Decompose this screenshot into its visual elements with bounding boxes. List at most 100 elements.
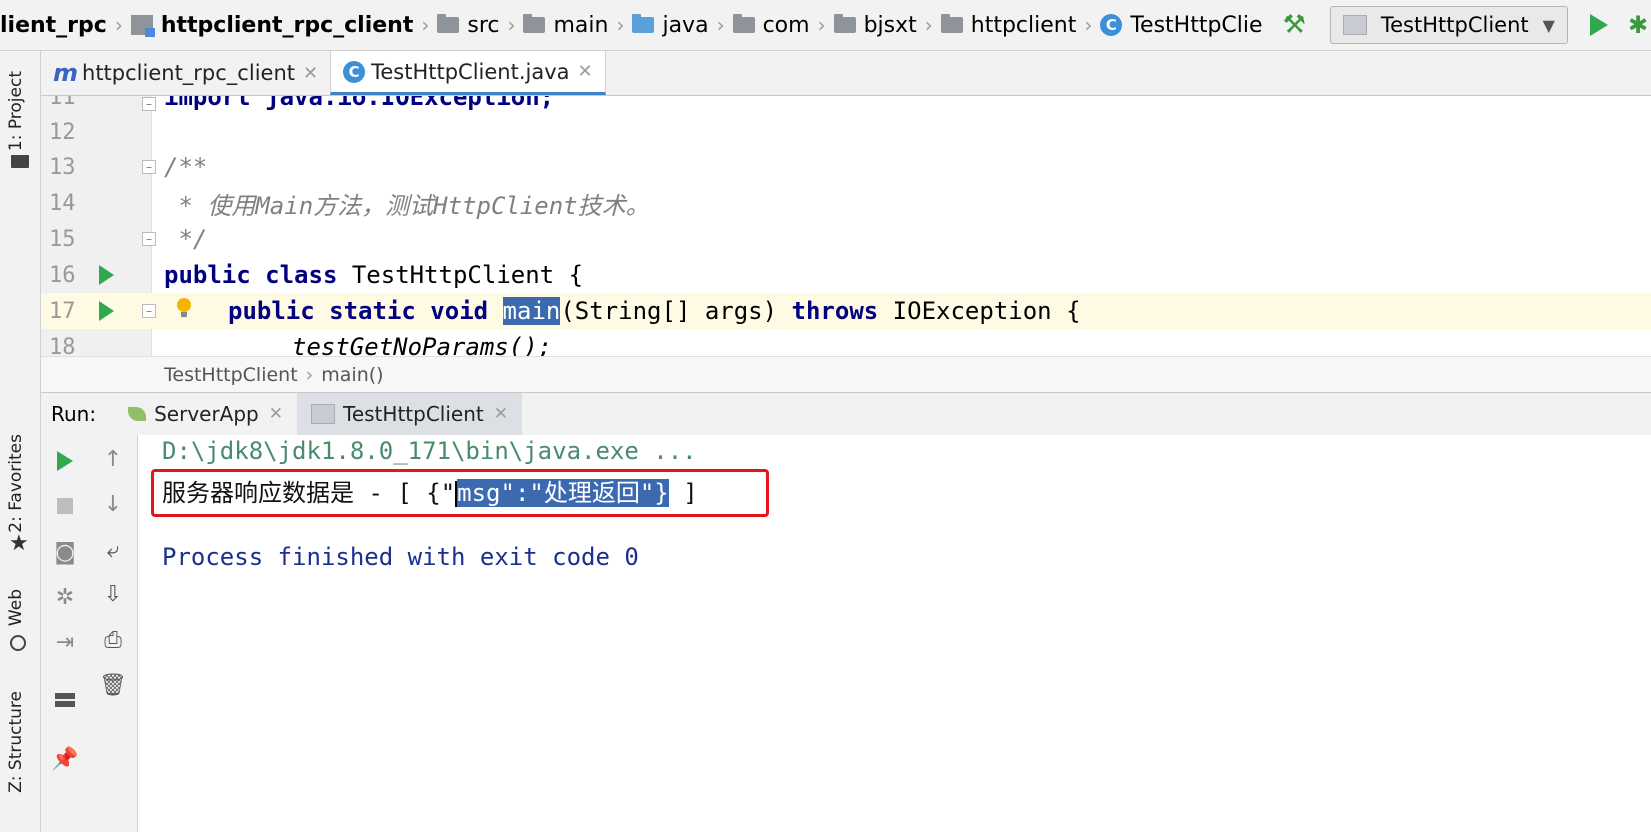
project-tool-tab[interactable]: 1: Project: [6, 71, 26, 151]
trash-icon[interactable]: 🗑: [99, 673, 127, 698]
code-line-current: 17 – public static void main(String[] ar…: [41, 293, 1651, 329]
crumb-main-label: main: [553, 12, 609, 38]
layout-icon[interactable]: [53, 688, 77, 712]
package-icon: [732, 14, 755, 33]
tab-pom-label: httpclient_rpc_client: [82, 61, 295, 85]
rerun-icon[interactable]: [53, 449, 77, 473]
left-tool-strip: 1: Project 2: Favorites ★ Web Z: Structu…: [0, 51, 41, 832]
crumb-httpclient[interactable]: httpclient: [935, 0, 1083, 50]
crumb-module[interactable]: httpclient_rpc_client: [125, 0, 420, 50]
code-comment: * 使用Main方法，测试HttpClient技术。: [164, 191, 650, 220]
chevron-right-icon: ›: [924, 13, 933, 37]
close-icon[interactable]: ✕: [269, 404, 283, 424]
editor-breadcrumb: TestHttpClient › main(): [41, 356, 1651, 393]
crumb-class[interactable]: C TestHttpClie: [1094, 0, 1268, 50]
fold-icon[interactable]: –: [142, 304, 156, 318]
close-icon[interactable]: ✕: [578, 61, 593, 82]
keyword: throws: [791, 297, 879, 325]
crumb-main[interactable]: main: [517, 0, 614, 50]
line-number: 15: [49, 226, 76, 252]
breadcrumb-method[interactable]: main(): [321, 364, 383, 386]
crumb-project[interactable]: lient_rpc: [0, 0, 113, 50]
run-tool-header: Run: ServerApp ✕ TestHttpClient ✕: [41, 392, 1651, 436]
keyword: public class: [164, 261, 338, 289]
debug-settings-icon[interactable]: ✲: [53, 585, 77, 610]
console-exit-line: Process finished with exit code 0: [162, 543, 639, 571]
chevron-right-icon: ›: [1084, 13, 1093, 37]
structure-tool-label: Z: Structure: [6, 691, 26, 793]
run-gutter-icon[interactable]: [99, 265, 114, 285]
tab-pom[interactable]: m httpclient_rpc_client ✕: [41, 51, 330, 95]
code-line: 15 – */: [41, 221, 1651, 257]
run-tab-testhttpclient[interactable]: TestHttpClient ✕: [297, 393, 522, 435]
crumb-module-label: httpclient_rpc_client: [160, 12, 414, 38]
scroll-to-end-icon[interactable]: ⇩: [101, 582, 125, 607]
stop-icon[interactable]: [53, 494, 77, 518]
soft-wrap-icon[interactable]: ⤶: [101, 538, 125, 563]
fold-icon[interactable]: –: [142, 160, 156, 174]
camera-icon[interactable]: ◙: [53, 540, 77, 565]
breadcrumb-class[interactable]: TestHttpClient: [164, 364, 298, 386]
web-tool-tab[interactable]: Web: [6, 589, 26, 626]
application-config-icon: [1342, 15, 1367, 35]
code-line: 11 – import java.io.IOException;: [41, 96, 1651, 115]
code-rest: IOException {: [878, 297, 1081, 325]
tab-testhttpclient[interactable]: C TestHttpClient.java ✕: [330, 51, 606, 95]
pin-icon[interactable]: 📌: [51, 747, 78, 772]
package-icon: [833, 14, 856, 33]
line-number: 12: [49, 119, 76, 145]
down-arrow-icon[interactable]: ↓: [101, 492, 125, 517]
crumb-java[interactable]: java: [626, 0, 714, 50]
crumb-com-label: com: [762, 12, 810, 38]
crumb-bjsxt-label: bjsxt: [863, 12, 917, 38]
fold-icon[interactable]: –: [142, 97, 156, 111]
run-icon[interactable]: [1589, 14, 1608, 36]
highlight-annotation-box: [151, 469, 769, 517]
code-text: import java.io.IOException;: [164, 96, 555, 111]
crumb-bjsxt[interactable]: bjsxt: [828, 0, 923, 50]
build-hammer-icon[interactable]: ⚒: [1283, 10, 1306, 40]
structure-tool-tab[interactable]: Z: Structure: [6, 691, 26, 793]
close-icon[interactable]: ✕: [303, 63, 318, 84]
code-text: testGetNoParams();: [292, 333, 553, 356]
close-icon[interactable]: ✕: [494, 404, 508, 424]
code-comment: /**: [164, 153, 208, 181]
project-tool-label: 1: Project: [6, 71, 26, 152]
crumb-com[interactable]: com: [727, 0, 816, 50]
chevron-right-icon: ›: [716, 13, 725, 37]
favorites-tool-label: 2: Favorites: [6, 434, 26, 533]
debug-bug-icon[interactable]: ✱: [1628, 11, 1648, 39]
run-configuration-select[interactable]: TestHttpClient ▼: [1329, 6, 1568, 44]
code-editor[interactable]: 11 – import java.io.IOException; 12 13 –…: [41, 96, 1651, 356]
code-params: (String[] args): [560, 297, 792, 325]
favorites-tool-tab[interactable]: 2: Favorites: [6, 434, 26, 533]
chevron-right-icon: ›: [114, 13, 123, 37]
crumb-src-label: src: [467, 12, 500, 38]
console-output[interactable]: D:\jdk8\jdk1.8.0_171\bin\java.exe ... 服务…: [138, 435, 1651, 832]
run-configuration-label: TestHttpClient: [1380, 13, 1529, 37]
web-tool-label: Web: [6, 589, 26, 627]
fold-icon[interactable]: –: [142, 232, 156, 246]
run-toolbar-primary: ◙ ✲ ⇥ 📌: [41, 435, 90, 832]
keyword: public static void: [228, 297, 489, 325]
application-config-icon: [311, 404, 336, 424]
crumb-java-label: java: [662, 12, 709, 38]
run-tab-serverapp[interactable]: ServerApp ✕: [114, 393, 297, 435]
exit-icon[interactable]: ⇥: [53, 630, 77, 655]
code-text: public static void main(String[] args) t…: [228, 297, 1081, 325]
up-arrow-icon[interactable]: ↑: [101, 447, 125, 472]
navigation-bar: lient_rpc › httpclient_rpc_client › src …: [0, 0, 1651, 51]
class-icon: C: [1100, 14, 1123, 36]
run-gutter-icon[interactable]: [99, 301, 114, 321]
crumb-httpclient-label: httpclient: [970, 12, 1077, 38]
module-icon: [130, 15, 155, 37]
globe-icon: [10, 635, 26, 651]
class-icon: C: [343, 60, 366, 83]
crumb-src[interactable]: src: [431, 0, 505, 50]
folder-icon: [437, 14, 460, 33]
chevron-right-icon: ›: [616, 13, 625, 37]
code-text: public class TestHttpClient {: [164, 261, 583, 289]
star-icon: ★: [9, 531, 29, 556]
lightbulb-icon[interactable]: [177, 298, 191, 317]
print-icon[interactable]: ⎙: [101, 628, 125, 653]
